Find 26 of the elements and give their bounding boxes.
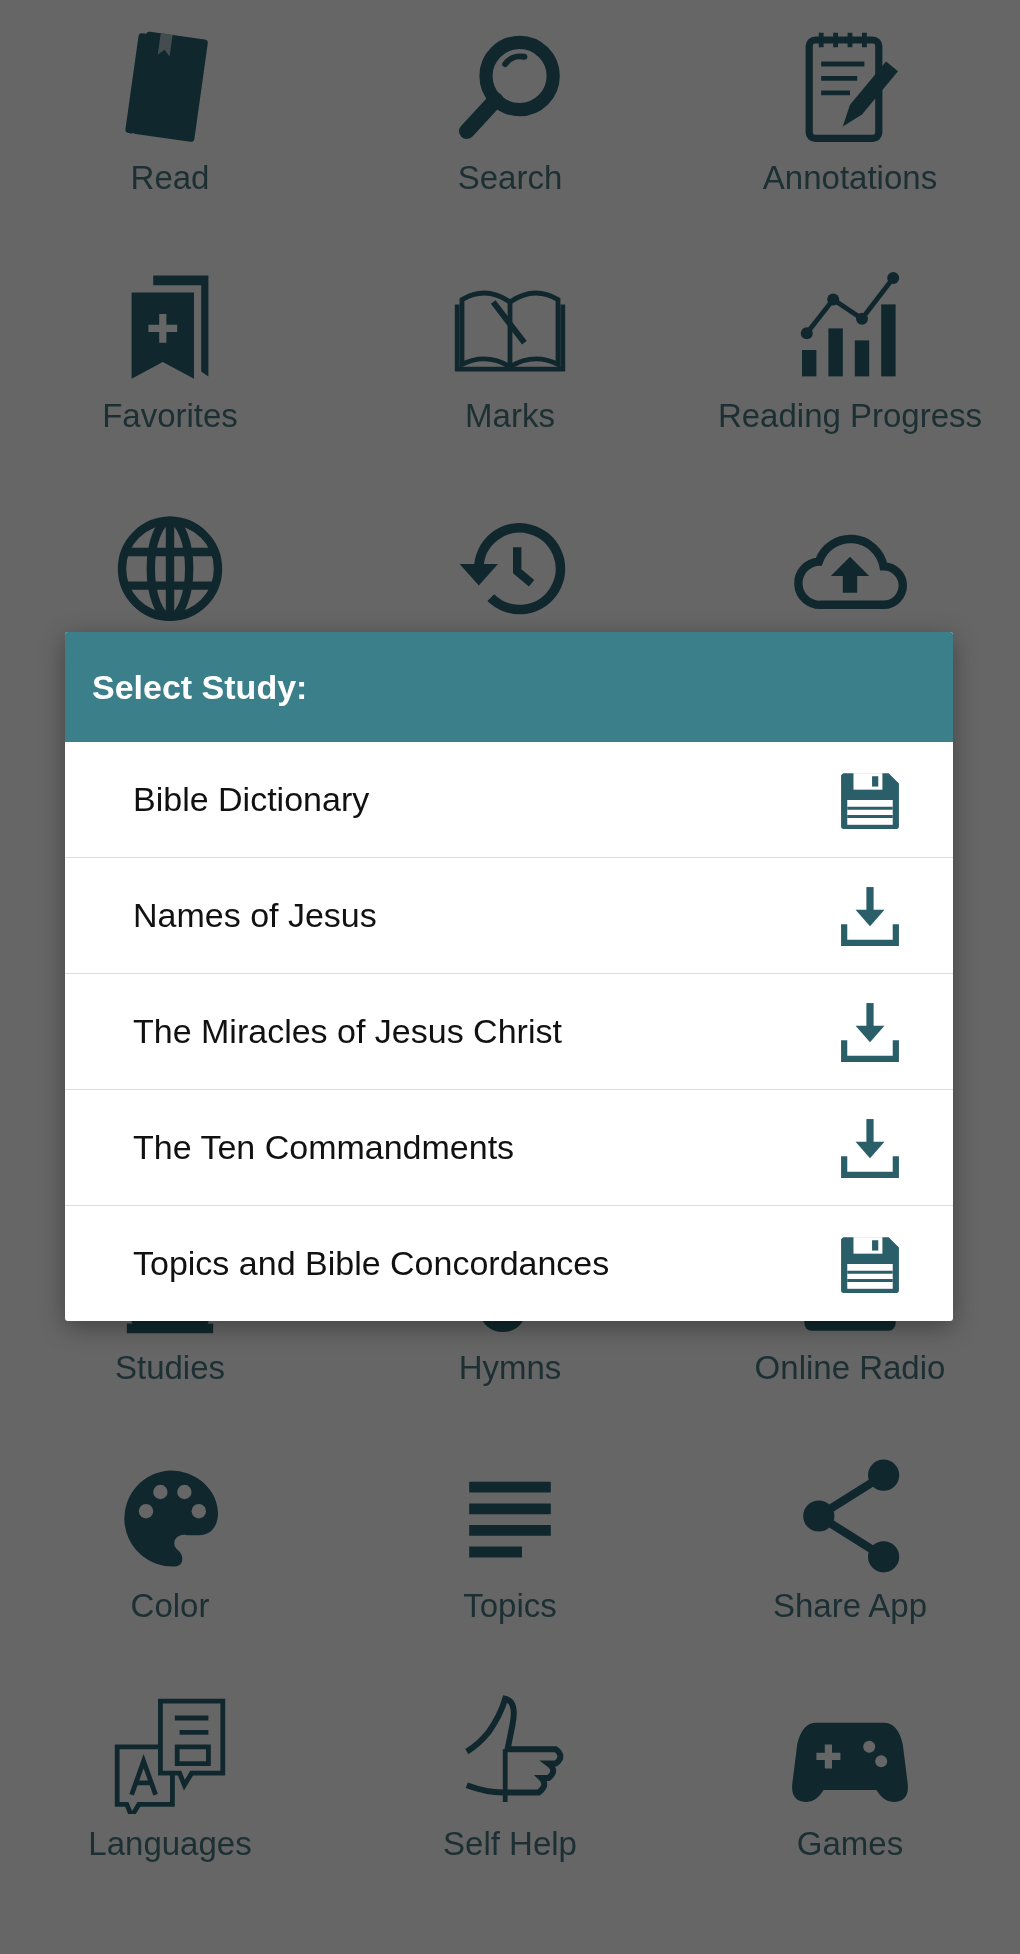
menu-label[interactable]: Marks xyxy=(465,396,555,436)
menu-label[interactable]: Search xyxy=(457,158,563,198)
menu-label[interactable]: Self Help xyxy=(443,1824,577,1864)
menu-label[interactable]: Online Radio xyxy=(754,1348,946,1388)
menu-label[interactable]: Annotations xyxy=(762,158,938,198)
study-item[interactable]: Names of Jesus xyxy=(65,857,953,973)
menu-label[interactable]: Color xyxy=(130,1586,210,1626)
study-item[interactable]: Topics and Bible Concordances xyxy=(65,1205,953,1321)
menu-label[interactable]: Favorites xyxy=(102,396,238,436)
study-title: The Ten Commandments xyxy=(133,1128,515,1167)
menu-label[interactable]: Share App xyxy=(772,1586,928,1626)
study-title: Names of Jesus xyxy=(133,896,377,935)
study-title: Topics and Bible Concordances xyxy=(133,1244,610,1283)
menu-label[interactable]: Games xyxy=(796,1824,904,1864)
study-title: The Miracles of Jesus Christ xyxy=(133,1012,562,1051)
menu-label[interactable]: Hymns xyxy=(458,1348,562,1388)
menu-label[interactable]: Languages xyxy=(88,1824,252,1864)
dialog-title: Select Study: xyxy=(65,632,953,742)
menu-label[interactable]: Read xyxy=(130,158,210,198)
study-item[interactable]: The Ten Commandments xyxy=(65,1089,953,1205)
menu-label[interactable]: Reading Progress xyxy=(717,396,983,436)
study-item[interactable]: The Miracles of Jesus Christ xyxy=(65,973,953,1089)
study-title: Bible Dictionary xyxy=(133,780,370,819)
menu-label[interactable]: Studies xyxy=(114,1348,226,1388)
menu-label[interactable]: Topics xyxy=(463,1586,557,1626)
study-item[interactable]: Bible Dictionary xyxy=(65,742,953,857)
